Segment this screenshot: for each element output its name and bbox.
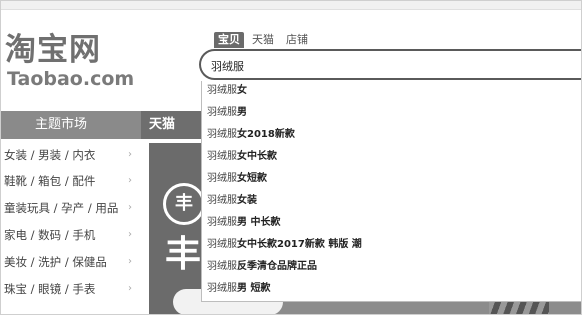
category-item[interactable]: 家电 / 数码 / 手机 › bbox=[4, 224, 140, 246]
suggestion-item[interactable]: 羽绒服女中长款 bbox=[207, 147, 277, 167]
suggestion-item[interactable]: 羽绒服男 短款 bbox=[207, 279, 270, 299]
category-label: 女装 / 男装 / 内衣 bbox=[4, 148, 96, 162]
category-label: 鞋靴 / 箱包 / 配件 bbox=[4, 174, 96, 188]
suggestion-prefix: 羽绒服 bbox=[207, 107, 237, 118]
category-list: 女装 / 男装 / 内衣 › 鞋靴 / 箱包 / 配件 › 童装玩具 / 孕产 … bbox=[1, 141, 141, 314]
chevron-right-icon: › bbox=[128, 283, 132, 294]
suggestion-item[interactable]: 羽绒服男 中长款 bbox=[207, 213, 280, 233]
banner-headline: 丰 bbox=[165, 234, 202, 275]
suggestion-rest: 男 短款 bbox=[237, 283, 271, 294]
category-label: 童装玩具 / 孕产 / 用品 bbox=[4, 201, 119, 215]
category-item[interactable]: 珠宝 / 眼镜 / 手表 › bbox=[4, 278, 140, 300]
logo-english-text: Taobao.com bbox=[7, 68, 135, 90]
suggestion-prefix: 羽绒服 bbox=[207, 195, 237, 206]
suggestion-rest: 女 bbox=[237, 85, 247, 96]
suggestion-rest: 女短款 bbox=[237, 173, 267, 184]
category-item[interactable]: 女装 / 男装 / 内衣 › bbox=[4, 144, 140, 166]
category-item[interactable]: 鞋靴 / 箱包 / 配件 › bbox=[4, 170, 140, 192]
suggestion-item[interactable]: 羽绒服反季清仓品牌正品 bbox=[207, 257, 317, 277]
suggestion-prefix: 羽绒服 bbox=[207, 283, 237, 294]
theme-market-header: 主题市场 bbox=[1, 111, 141, 139]
suggestion-item[interactable]: 羽绒服女装 bbox=[207, 191, 257, 211]
banner-badge: 丰 bbox=[163, 183, 205, 225]
tab-tmall-main[interactable]: 天猫 bbox=[149, 117, 175, 133]
suggestion-item[interactable]: 羽绒服男 bbox=[207, 103, 247, 123]
theme-market-title: 主题市场 bbox=[35, 117, 88, 132]
top-bar bbox=[1, 1, 581, 10]
chevron-right-icon: › bbox=[128, 149, 132, 160]
taobao-homepage: 淘宝网 Taobao.com 宝贝 天猫 店铺 主题市场 天猫 女装 / 男装 … bbox=[0, 0, 582, 315]
chevron-right-icon: › bbox=[128, 229, 132, 240]
category-item[interactable]: 童装玩具 / 孕产 / 用品 › bbox=[4, 197, 140, 219]
suggestion-prefix: 羽绒服 bbox=[207, 173, 237, 184]
suggestion-item[interactable]: 羽绒服女 bbox=[207, 81, 247, 101]
suggestion-rest: 男 中长款 bbox=[237, 217, 281, 228]
search-suggestions: 羽绒服女 羽绒服男 羽绒服女2018新款 羽绒服女中长款 羽绒服女短款 羽绒服女… bbox=[201, 81, 581, 302]
category-label: 美妆 / 洗护 / 保健品 bbox=[4, 255, 107, 269]
suggestion-prefix: 羽绒服 bbox=[207, 217, 237, 228]
tab-shop[interactable]: 店铺 bbox=[286, 32, 308, 48]
suggestion-item[interactable]: 羽绒服女短款 bbox=[207, 169, 267, 189]
search-input[interactable] bbox=[211, 57, 571, 74]
search-box[interactable] bbox=[199, 49, 581, 80]
suggestion-rest: 反季清仓品牌正品 bbox=[237, 261, 317, 272]
suggestion-item[interactable]: 羽绒服女中长款2017新款 韩版 潮 bbox=[207, 235, 362, 255]
category-label: 珠宝 / 眼镜 / 手表 bbox=[4, 282, 96, 296]
logo-chinese-text: 淘宝网 bbox=[5, 32, 101, 68]
chevron-right-icon: › bbox=[128, 256, 132, 267]
chevron-right-icon: › bbox=[128, 202, 132, 213]
chevron-right-icon: › bbox=[128, 175, 132, 186]
suggestion-prefix: 羽绒服 bbox=[207, 239, 237, 250]
category-item[interactable]: 美妆 / 洗护 / 保健品 › bbox=[4, 251, 140, 273]
category-label: 家电 / 数码 / 手机 bbox=[4, 228, 96, 242]
suggestion-rest: 女2018新款 bbox=[237, 129, 295, 140]
suggestion-prefix: 羽绒服 bbox=[207, 85, 237, 96]
tab-baobei[interactable]: 宝贝 bbox=[214, 32, 244, 48]
suggestion-rest: 男 bbox=[237, 107, 247, 118]
suggestion-rest: 女装 bbox=[237, 195, 257, 206]
suggestion-rest: 女中长款2017新款 韩版 潮 bbox=[237, 239, 362, 250]
suggestion-rest: 女中长款 bbox=[237, 151, 277, 162]
suggestion-prefix: 羽绒服 bbox=[207, 151, 237, 162]
suggestion-prefix: 羽绒服 bbox=[207, 261, 237, 272]
suggestion-prefix: 羽绒服 bbox=[207, 129, 237, 140]
tab-tmall[interactable]: 天猫 bbox=[252, 32, 274, 48]
taobao-logo[interactable]: 淘宝网 Taobao.com bbox=[3, 32, 135, 93]
suggestion-item[interactable]: 羽绒服女2018新款 bbox=[207, 125, 295, 145]
